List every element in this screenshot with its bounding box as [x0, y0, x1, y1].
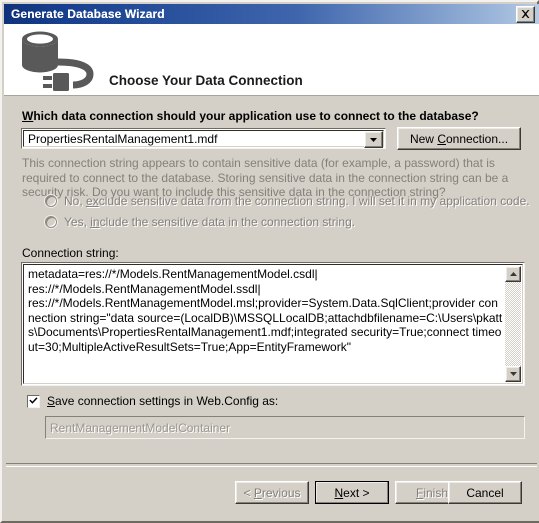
new-connection-button[interactable]: New Connection...: [397, 127, 521, 150]
database-connection-icon: [18, 29, 98, 91]
wizard-header: Choose Your Data Connection: [4, 24, 539, 96]
close-button[interactable]: [516, 6, 535, 23]
page-title: Choose Your Data Connection: [109, 73, 303, 88]
connection-string-label: Connection string:: [22, 246, 119, 260]
dialog-body: Which data connection should your applic…: [4, 96, 539, 521]
radio-button-icon: [45, 195, 57, 207]
radio-exclude-label: No, exclude sensitive data from the conn…: [64, 194, 530, 208]
checkmark-icon: [29, 392, 38, 410]
scroll-up-arrow-icon[interactable]: [505, 266, 521, 282]
cancel-button-label: Cancel: [466, 485, 504, 500]
next-button-label: Next >: [334, 485, 370, 500]
connection-string-scrollbar[interactable]: [505, 266, 521, 382]
cancel-button[interactable]: Cancel: [448, 481, 522, 504]
container-name-input[interactable]: RentManagementModelContainer: [45, 416, 525, 439]
connection-dropdown[interactable]: PropertiesRentalManagement1.mdf: [21, 128, 386, 149]
new-connection-button-label: New Connection...: [409, 131, 509, 146]
connection-string-value: metadata=res://*/Models.RentManagementMo…: [28, 267, 503, 354]
connection-string-textarea-inner: metadata=res://*/Models.RentManagementMo…: [23, 264, 523, 384]
save-connection-settings-label: Save connection settings in Web.Config a…: [47, 394, 279, 408]
next-button[interactable]: Next >: [315, 481, 389, 504]
connection-dropdown-inner: PropertiesRentalManagement1.mdf: [23, 130, 384, 147]
connection-question-label: Which data connection should your applic…: [22, 109, 479, 123]
title-bar[interactable]: Generate Database Wizard: [4, 4, 539, 24]
connection-dropdown-value: PropertiesRentalManagement1.mdf: [28, 131, 218, 146]
radio-exclude-sensitive-data[interactable]: No, exclude sensitive data from the conn…: [45, 194, 530, 208]
connection-string-textarea[interactable]: metadata=res://*/Models.RentManagementMo…: [21, 262, 525, 386]
chevron-down-icon[interactable]: [364, 131, 383, 148]
finish-button-label: Finish: [415, 485, 449, 500]
close-icon: [521, 10, 530, 19]
save-connection-settings-checkbox[interactable]: Save connection settings in Web.Config a…: [27, 394, 278, 408]
footer-divider: [6, 463, 537, 467]
previous-button-label: < Previous: [243, 485, 301, 500]
generate-database-wizard-dialog: Generate Database Wizard Choose Your Dat…: [0, 0, 539, 523]
previous-button[interactable]: < Previous: [235, 481, 309, 504]
radio-include-sensitive-data[interactable]: Yes, include the sensitive data in the c…: [45, 215, 355, 229]
radio-button-icon: [45, 216, 57, 228]
window-title: Generate Database Wizard: [11, 7, 165, 21]
radio-include-label: Yes, include the sensitive data in the c…: [64, 215, 356, 229]
scroll-down-arrow-icon[interactable]: [505, 366, 521, 382]
container-name-value: RentManagementModelContainer: [50, 420, 231, 435]
checkbox-box[interactable]: [27, 392, 40, 410]
